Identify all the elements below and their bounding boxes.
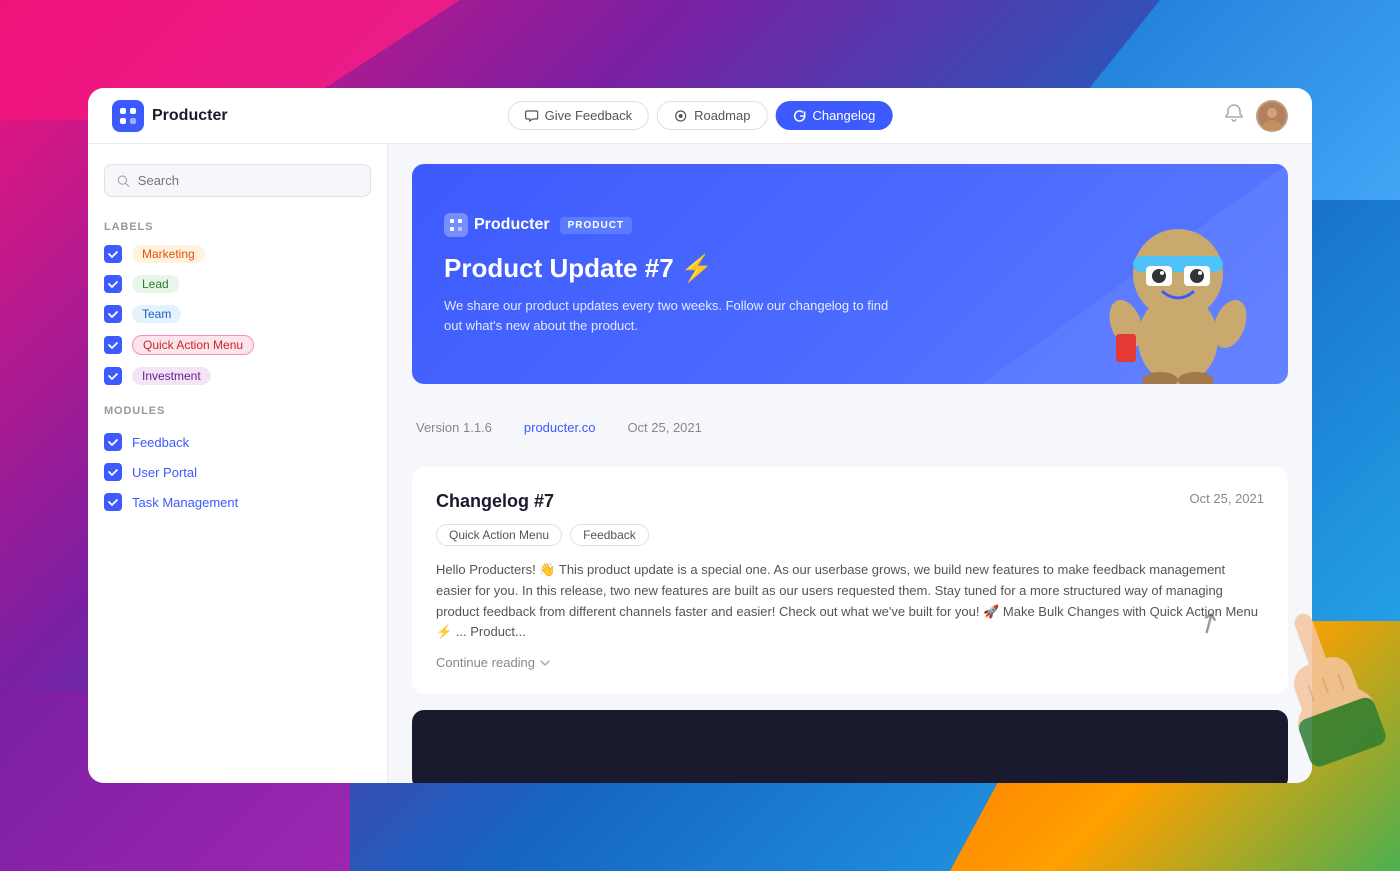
label-marketing[interactable]: Marketing: [104, 245, 371, 263]
logo-icon: [112, 100, 144, 132]
nav-center: Give Feedback Roadmap Changelog: [508, 101, 893, 130]
avatar[interactable]: [1256, 100, 1288, 132]
main-card: Producter Give Feedback Roadmap: [88, 88, 1312, 783]
checkbox-team[interactable]: [104, 305, 122, 323]
version-label: Version 1.1.6: [416, 420, 492, 435]
module-task-management-label: Task Management: [132, 495, 238, 510]
search-icon: [117, 174, 130, 188]
changelog-entry-date: Oct 25, 2021: [1190, 491, 1264, 506]
hero-product-badge: Producter PRODUCT: [444, 213, 891, 237]
search-input[interactable]: [138, 173, 358, 188]
meta-row: Version 1.1.6 producter.co Oct 25, 2021: [412, 408, 1288, 447]
module-user-portal[interactable]: User Portal: [104, 463, 371, 481]
tag-feedback-entry: Feedback: [570, 524, 649, 546]
hero-content: Producter PRODUCT Product Update #7 ⚡ We…: [444, 213, 891, 335]
hero-mascot: [1088, 174, 1268, 384]
top-nav: Producter Give Feedback Roadmap: [88, 88, 1312, 144]
sidebar: LABELS Marketing Lead Team: [88, 144, 388, 783]
hero-logo: Producter: [444, 213, 550, 237]
main-content: Producter PRODUCT Product Update #7 ⚡ We…: [388, 144, 1312, 783]
checkbox-quick-action[interactable]: [104, 336, 122, 354]
website-link[interactable]: producter.co: [524, 420, 596, 435]
hero-banner: Producter PRODUCT Product Update #7 ⚡ We…: [412, 164, 1288, 384]
checkbox-user-portal[interactable]: [104, 463, 122, 481]
changelog-button[interactable]: Changelog: [775, 101, 892, 130]
roadmap-button[interactable]: Roadmap: [657, 101, 767, 130]
dark-teaser-card: [412, 710, 1288, 783]
tag-marketing: Marketing: [132, 245, 205, 263]
tag-team: Team: [132, 305, 181, 323]
tag-quick-action-menu: Quick Action Menu: [132, 335, 254, 355]
hero-description: We share our product updates every two w…: [444, 296, 891, 335]
tag-lead: Lead: [132, 275, 179, 293]
checkbox-marketing[interactable]: [104, 245, 122, 263]
checkbox-feedback[interactable]: [104, 433, 122, 451]
logo-area: Producter: [112, 100, 228, 132]
changelog-body: Hello Producters! 👋 This product update …: [436, 560, 1264, 643]
product-badge: PRODUCT: [560, 217, 632, 234]
tag-quick-action-menu-entry: Quick Action Menu: [436, 524, 562, 546]
hero-title: Product Update #7 ⚡: [444, 253, 891, 284]
changelog-entry: Changelog #7 Oct 25, 2021 Quick Action M…: [412, 467, 1288, 694]
checkbox-investment[interactable]: [104, 367, 122, 385]
label-team[interactable]: Team: [104, 305, 371, 323]
changelog-title: Changelog #7: [436, 491, 554, 512]
changelog-header: Changelog #7 Oct 25, 2021: [436, 491, 1264, 512]
map-icon: [674, 109, 688, 123]
label-investment[interactable]: Investment: [104, 367, 371, 385]
label-lead[interactable]: Lead: [104, 275, 371, 293]
search-box[interactable]: [104, 164, 371, 197]
hero-logo-icon: [444, 213, 468, 237]
module-feedback[interactable]: Feedback: [104, 433, 371, 451]
chevron-down-icon: [539, 657, 551, 669]
chat-icon: [525, 109, 539, 123]
bell-icon[interactable]: [1224, 103, 1244, 128]
refresh-icon: [792, 109, 806, 123]
tag-row: Quick Action Menu Feedback: [436, 524, 1264, 546]
labels-section-header: LABELS: [104, 221, 371, 233]
tag-investment: Investment: [132, 367, 211, 385]
modules-section-header: MODULES: [104, 405, 371, 417]
label-quick-action[interactable]: Quick Action Menu: [104, 335, 371, 355]
checkbox-lead[interactable]: [104, 275, 122, 293]
module-user-portal-label: User Portal: [132, 465, 197, 480]
nav-right: [1224, 100, 1288, 132]
app-logo-text: Producter: [152, 107, 228, 125]
publish-date: Oct 25, 2021: [627, 420, 701, 435]
module-feedback-label: Feedback: [132, 435, 189, 450]
give-feedback-button[interactable]: Give Feedback: [508, 101, 649, 130]
continue-reading-button[interactable]: Continue reading: [436, 655, 1264, 670]
content-area: LABELS Marketing Lead Team: [88, 144, 1312, 783]
module-task-management[interactable]: Task Management: [104, 493, 371, 511]
checkbox-task-management[interactable]: [104, 493, 122, 511]
